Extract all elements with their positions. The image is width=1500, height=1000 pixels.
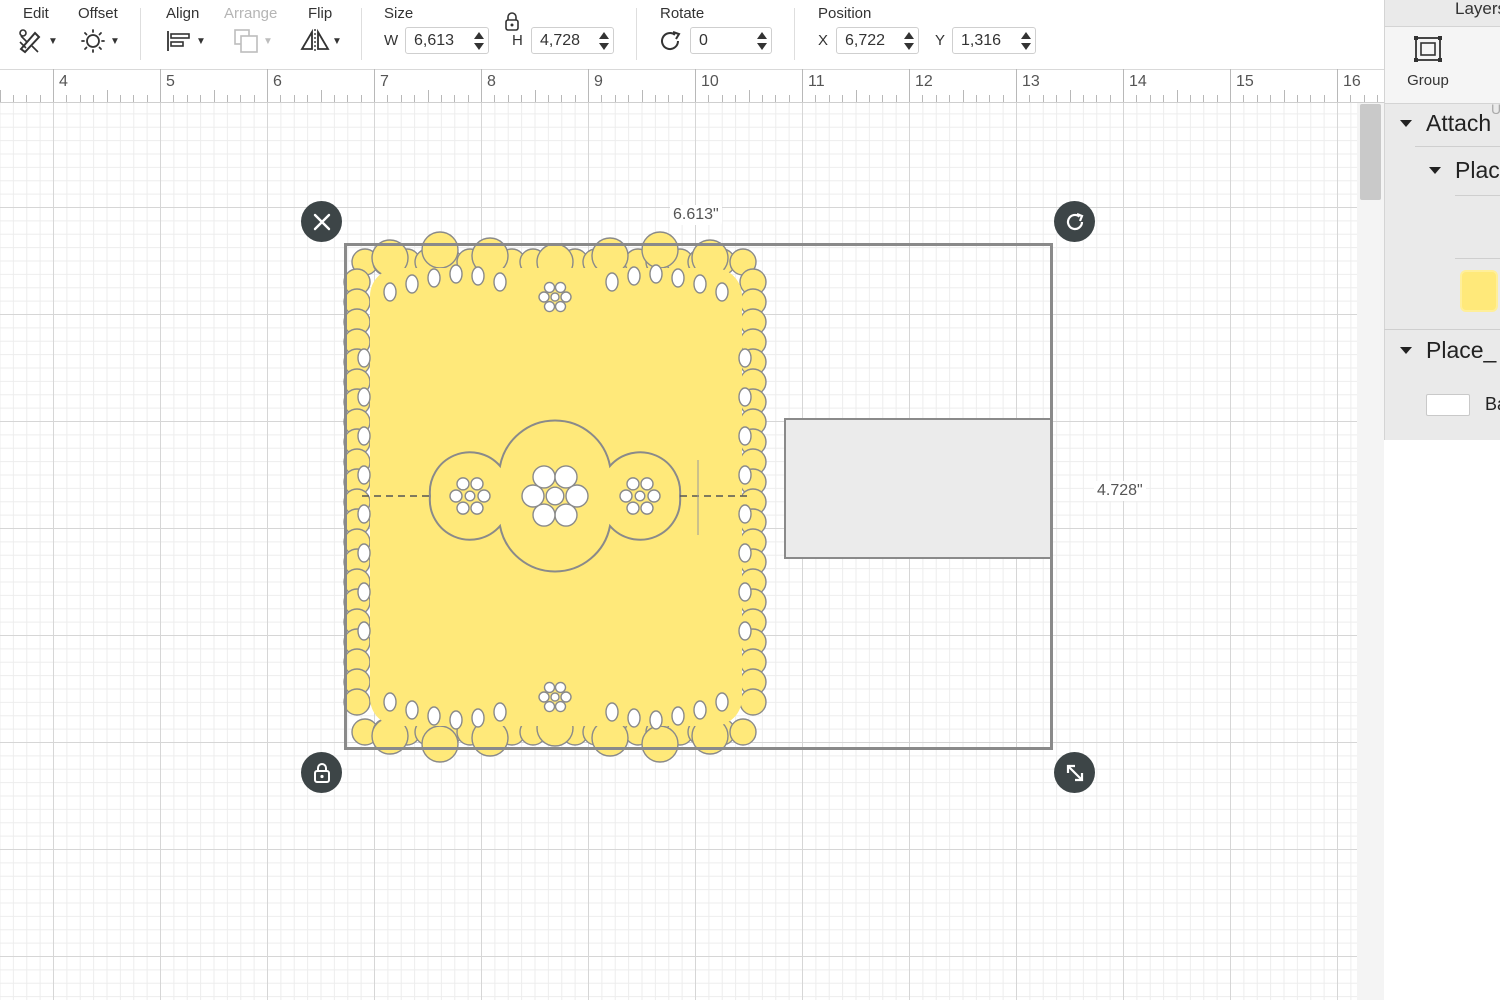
ungroup-label-cut: U [1491,101,1500,117]
place-label-2: Place_ [1426,337,1497,363]
close-icon [313,213,330,230]
layer-place-group-2[interactable]: Place_ [1400,337,1496,364]
place-label: Place [1455,157,1500,183]
resize-icon [1066,764,1083,781]
layer-place-group[interactable]: Place [1429,157,1500,184]
delete-handle[interactable] [301,201,342,242]
chevron-down-icon [1400,120,1412,127]
height-dimension-label: 4.728" [1094,481,1146,501]
layer-thumbnail-doily[interactable] [1460,270,1498,312]
chevron-down-icon [1400,347,1412,354]
rotate-handle-icon [1066,212,1083,230]
layer-color-swatch[interactable] [1426,394,1470,416]
group-icon [1414,36,1442,62]
attach-label: Attach [1426,110,1492,136]
resize-handle[interactable] [1054,752,1095,793]
width-dimension-label: 6.613" [670,205,722,225]
layers-panel-actions: Group U [1385,26,1500,117]
lock-icon [313,762,330,783]
group-label: Group [1407,72,1449,89]
placeholder-rectangle[interactable] [784,418,1052,559]
layers-panel: Layers Group U [1384,0,1500,440]
chevron-down-icon [1429,167,1441,174]
group-button[interactable]: Group [1399,35,1457,101]
design-space-window: Edit ▼ Offset ▼ Align ▼ Arrange ▼ Flip ▼ [0,0,1500,1000]
layers-panel-title: Layers [1455,0,1500,18]
lock-handle[interactable] [301,752,342,793]
rotate-handle[interactable] [1054,201,1095,242]
layer-swatch-label: Ba [1485,394,1500,414]
layer-attach-group[interactable]: Attach [1400,110,1491,137]
